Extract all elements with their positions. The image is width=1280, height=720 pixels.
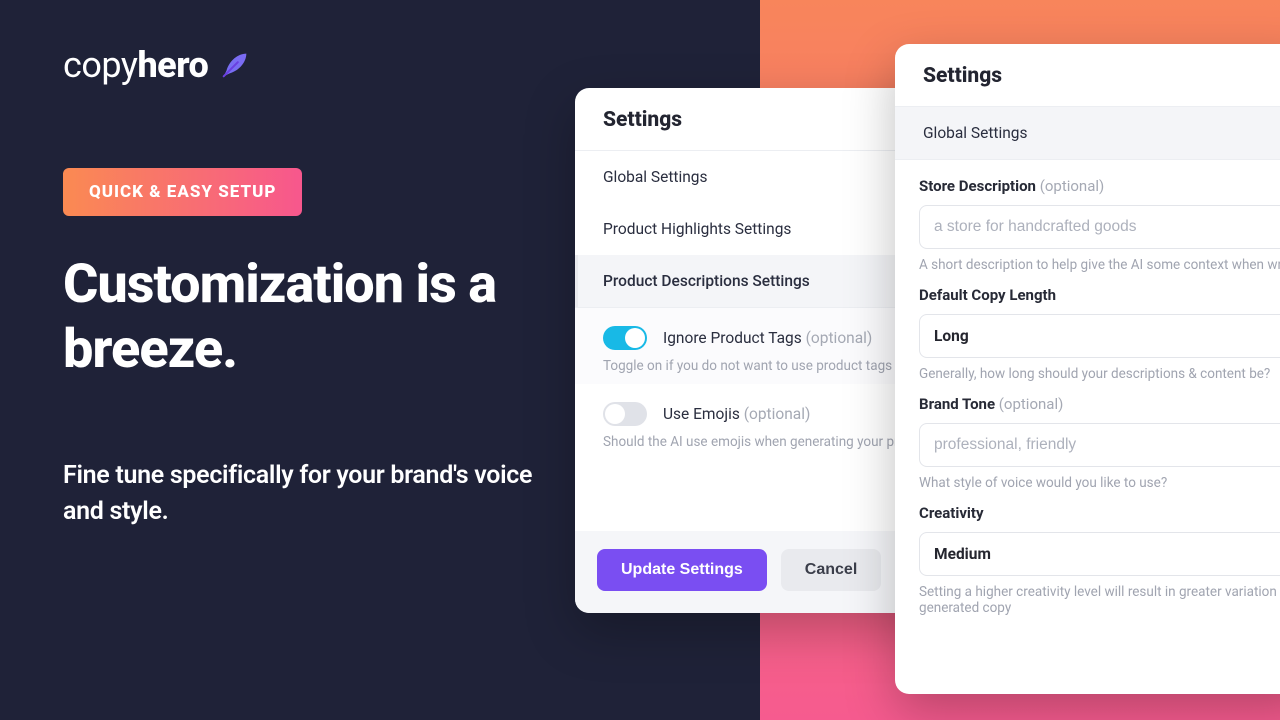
field-store-description: Store Description (optional) A short des… (919, 176, 1280, 273)
subheadline: Fine tune specifically for your brand's … (63, 458, 543, 531)
section-global-settings: Global Settings (895, 107, 1280, 160)
toggle-ignore-tags[interactable] (603, 326, 647, 350)
field-brand-tone: Brand Tone (optional) What style of voic… (919, 394, 1280, 491)
store-description-input[interactable] (919, 205, 1280, 249)
toggle-use-emojis-label: Use Emojis (optional) (663, 405, 810, 423)
field-copy-length: Default Copy Length Long Generally, how … (919, 285, 1280, 382)
toggle-use-emojis[interactable] (603, 402, 647, 426)
toggle-ignore-tags-label: Ignore Product Tags (optional) (663, 329, 872, 347)
brand-logo: copyhero (63, 44, 252, 86)
creativity-hint: Setting a higher creativity level will r… (919, 584, 1279, 616)
feather-icon (218, 48, 252, 82)
copy-length-hint: Generally, how long should your descript… (919, 366, 1280, 382)
creativity-label: Creativity (919, 504, 984, 522)
update-settings-button[interactable]: Update Settings (597, 549, 767, 591)
card-header: Settings (895, 44, 1280, 107)
store-description-hint: A short description to help give the AI … (919, 257, 1280, 273)
brand-tone-label: Brand Tone (optional) (919, 395, 1063, 413)
card-title: Settings (923, 64, 1280, 88)
logo-word-1: copy (63, 44, 137, 86)
copy-length-label: Default Copy Length (919, 286, 1056, 304)
cancel-button[interactable]: Cancel (781, 549, 881, 591)
settings-card-form: Settings Global Settings Store Descripti… (895, 44, 1280, 694)
logo-word-2: hero (137, 44, 208, 86)
copy-length-select[interactable]: Long (919, 314, 1280, 358)
brand-tone-hint: What style of voice would you like to us… (919, 475, 1280, 491)
setup-badge: QUICK & EASY SETUP (63, 168, 302, 216)
field-creativity: Creativity Medium Setting a higher creat… (919, 503, 1280, 616)
brand-tone-input[interactable] (919, 423, 1280, 467)
store-description-label: Store Description (optional) (919, 177, 1104, 195)
creativity-select[interactable]: Medium (919, 532, 1280, 576)
headline: Customization is a breeze. (63, 253, 563, 383)
